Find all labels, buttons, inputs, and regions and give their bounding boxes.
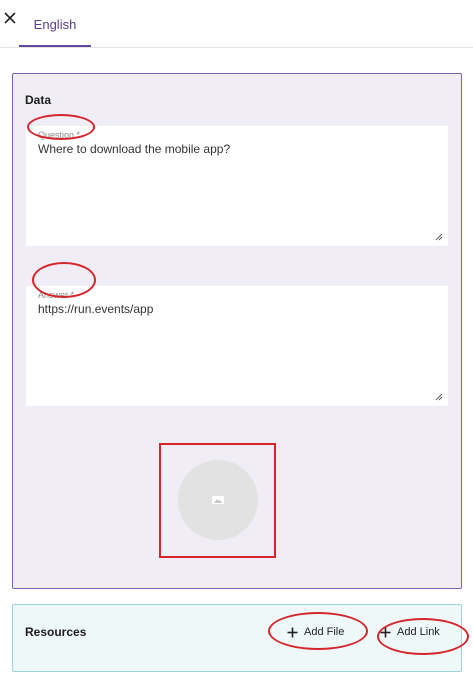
resources-panel: Resources Add File Add Link (12, 604, 462, 672)
add-file-button[interactable]: Add File (287, 623, 344, 641)
add-file-label: Add File (304, 626, 345, 638)
header-divider (0, 47, 473, 48)
question-field[interactable]: Question * Where to download the mobile … (26, 126, 448, 246)
resize-handle-icon[interactable] (435, 233, 443, 241)
question-input[interactable]: Where to download the mobile app? (38, 142, 436, 232)
question-label: Question * (38, 130, 81, 140)
resources-panel-title: Resources (25, 625, 87, 639)
data-panel-title: Data (25, 93, 52, 107)
resize-handle-icon[interactable] (435, 393, 443, 401)
answer-input[interactable]: https://run.events/app (38, 302, 436, 392)
image-upload-dropzone[interactable] (178, 460, 258, 540)
image-placeholder-icon (212, 496, 224, 504)
answer-field[interactable]: Answer * https://run.events/app (26, 286, 448, 406)
add-link-button[interactable]: Add Link (380, 623, 440, 641)
plus-icon (380, 627, 391, 637)
tab-english[interactable]: English (19, 0, 91, 48)
add-link-label: Add Link (397, 626, 440, 638)
close-icon[interactable] (2, 10, 18, 26)
answer-label: Answer * (38, 290, 75, 300)
data-panel: Data Question * Where to download the mo… (12, 73, 462, 589)
plus-icon (287, 627, 298, 637)
